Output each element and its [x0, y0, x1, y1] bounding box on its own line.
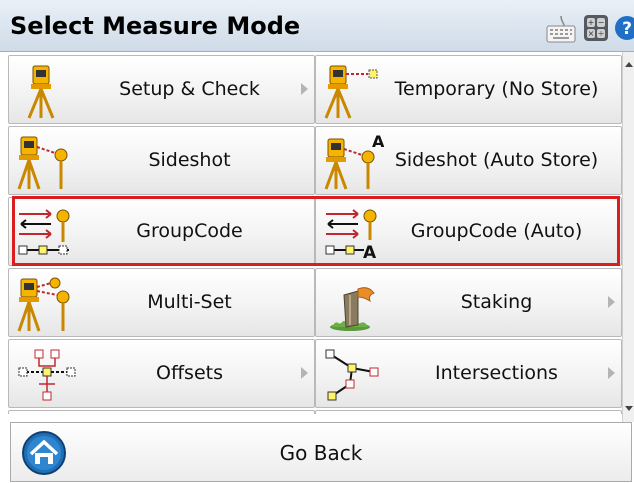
keyboard-icon[interactable]: [546, 14, 576, 44]
submenu-arrow-icon: [301, 83, 308, 95]
scroll-up-icon[interactable]: [625, 62, 633, 67]
sideshot-auto-store-label: Sideshot (Auto Store): [394, 149, 599, 171]
measure-mode-grid: Setup & Check Temporary (No Store) Sides…: [0, 52, 622, 414]
intersections-icon: [325, 349, 379, 401]
groupcode-auto-icon: A: [325, 209, 377, 262]
scrollbar[interactable]: [622, 52, 634, 422]
calculator-icon[interactable]: + − × ÷: [583, 14, 609, 42]
multi-set-label: Multi-Set: [147, 291, 232, 313]
svg-text:A: A: [372, 133, 384, 151]
setup-check-button[interactable]: Setup & Check: [8, 55, 315, 124]
submenu-arrow-icon: [608, 367, 615, 379]
svg-text:?: ?: [622, 19, 632, 39]
title-bar: Select Measure Mode + − × ÷ ?: [0, 0, 634, 52]
svg-text:A: A: [363, 243, 377, 262]
temporary-no-store-button[interactable]: Temporary (No Store): [315, 55, 622, 124]
tripod-prism-icon: [17, 136, 68, 190]
temporary-no-store-label: Temporary (No Store): [394, 78, 599, 100]
offsets-icon: [18, 349, 76, 401]
stake-icon: [330, 287, 375, 331]
groupcode-auto-label: GroupCode (Auto): [410, 220, 583, 242]
svg-text:÷: ÷: [598, 29, 605, 38]
tripod-icon: [27, 65, 55, 119]
submenu-arrow-icon: [301, 367, 308, 379]
groupcode-auto-button[interactable]: A GroupCode (Auto): [315, 197, 622, 266]
sideshot-auto-store-button[interactable]: A Sideshot (Auto Store): [315, 126, 622, 195]
tripod-temporary-icon: [324, 65, 378, 119]
svg-text:×: ×: [588, 29, 595, 38]
multi-set-button[interactable]: Multi-Set: [8, 268, 315, 337]
groupcode-label: GroupCode: [136, 220, 243, 242]
svg-text:−: −: [598, 18, 605, 27]
sideshot-label: Sideshot: [148, 149, 231, 171]
offsets-label: Offsets: [156, 362, 223, 384]
staking-label: Staking: [460, 291, 533, 313]
intersections-button[interactable]: Intersections: [315, 339, 622, 408]
offsets-button[interactable]: Offsets: [8, 339, 315, 408]
go-back-button[interactable]: Go Back: [10, 422, 632, 482]
help-icon[interactable]: ?: [614, 15, 634, 41]
partial-row-button[interactable]: [8, 410, 315, 414]
setup-check-label: Setup & Check: [119, 78, 260, 100]
scroll-down-icon[interactable]: [625, 406, 633, 411]
multiset-icon: [17, 277, 70, 332]
sideshot-button[interactable]: Sideshot: [8, 126, 315, 195]
groupcode-icon: [18, 209, 70, 255]
partial-row-button[interactable]: [315, 410, 622, 414]
staking-button[interactable]: Staking: [315, 268, 622, 337]
tripod-prism-auto-icon: A: [324, 133, 384, 190]
svg-text:+: +: [588, 18, 595, 27]
page-title: Select Measure Mode: [10, 12, 301, 40]
intersections-label: Intersections: [435, 362, 558, 384]
go-back-label: Go Back: [279, 441, 363, 465]
submenu-arrow-icon: [608, 296, 615, 308]
groupcode-button[interactable]: GroupCode: [8, 197, 315, 266]
